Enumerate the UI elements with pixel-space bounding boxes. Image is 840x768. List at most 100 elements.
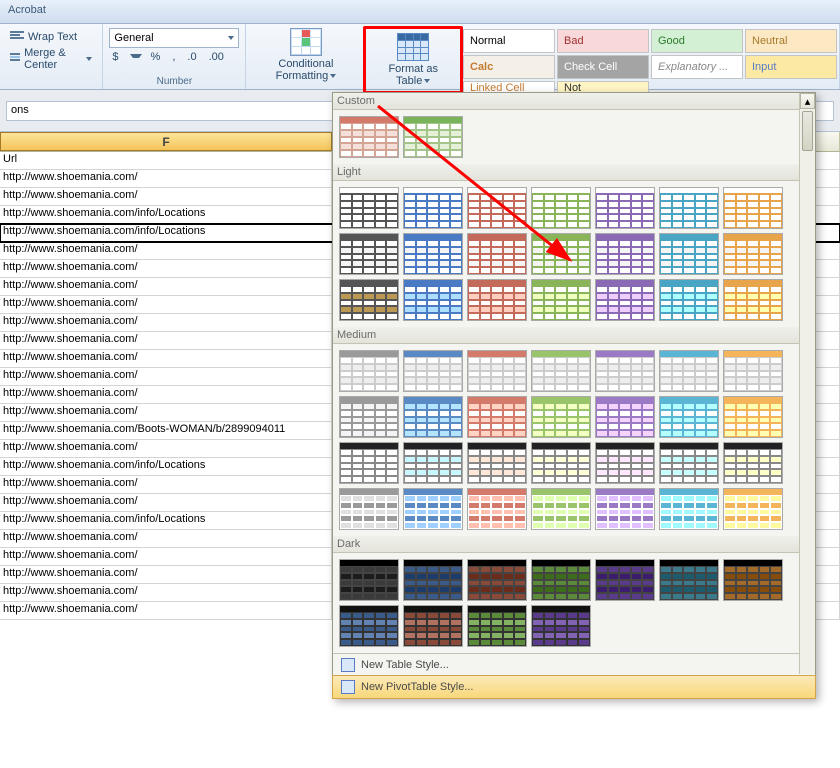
comma-button[interactable]: ,	[169, 50, 178, 64]
table-style-swatch[interactable]	[595, 442, 655, 484]
table-style-swatch[interactable]	[467, 605, 527, 647]
table-style-swatch[interactable]	[659, 559, 719, 601]
table-style-swatch[interactable]	[403, 559, 463, 601]
table-style-swatch[interactable]	[339, 116, 399, 158]
number-format-combo[interactable]: General	[109, 28, 239, 48]
table-style-swatch[interactable]	[659, 488, 719, 530]
dropdown-scrollbar[interactable]: ▴	[799, 93, 815, 674]
table-style-swatch[interactable]	[723, 350, 783, 392]
table-style-swatch[interactable]	[339, 442, 399, 484]
conditional-formatting-button[interactable]: Conditional Formatting	[248, 26, 363, 84]
table-style-swatch[interactable]	[595, 559, 655, 601]
percent-button[interactable]: %	[148, 50, 164, 64]
table-style-swatch[interactable]	[403, 442, 463, 484]
cell[interactable]: http://www.shoemania.com/	[0, 314, 332, 331]
table-style-swatch[interactable]	[595, 233, 655, 275]
table-style-swatch[interactable]	[595, 187, 655, 229]
style-explanatory[interactable]: Explanatory ...	[651, 55, 743, 79]
cell[interactable]: http://www.shoemania.com/	[0, 332, 332, 349]
cell[interactable]: http://www.shoemania.com/	[0, 476, 332, 493]
table-style-swatch[interactable]	[339, 350, 399, 392]
table-style-swatch[interactable]	[659, 442, 719, 484]
table-style-swatch[interactable]	[467, 187, 527, 229]
cell[interactable]: http://www.shoemania.com/	[0, 170, 332, 187]
cell[interactable]: http://www.shoemania.com/Boots-WOMAN/b/2…	[0, 422, 332, 439]
table-style-swatch[interactable]	[467, 233, 527, 275]
table-style-swatch[interactable]	[403, 279, 463, 321]
cell[interactable]: http://www.shoemania.com/	[0, 584, 332, 601]
cell[interactable]: http://www.shoemania.com/info/Locations	[0, 458, 332, 475]
style-check-cell[interactable]: Check Cell	[557, 55, 649, 79]
table-style-swatch[interactable]	[403, 396, 463, 438]
table-style-swatch[interactable]	[659, 396, 719, 438]
cell[interactable]: http://www.shoemania.com/	[0, 404, 332, 421]
table-style-swatch[interactable]	[403, 605, 463, 647]
table-style-swatch[interactable]	[595, 350, 655, 392]
table-style-swatch[interactable]	[595, 279, 655, 321]
table-style-swatch[interactable]	[531, 396, 591, 438]
currency-button[interactable]: $	[109, 50, 121, 64]
wrap-text-button[interactable]: Wrap Text	[6, 30, 96, 44]
cell[interactable]: http://www.shoemania.com/	[0, 548, 332, 565]
table-style-swatch[interactable]	[467, 559, 527, 601]
cell[interactable]: http://www.shoemania.com/	[0, 440, 332, 457]
table-style-swatch[interactable]	[339, 488, 399, 530]
table-style-swatch[interactable]	[723, 559, 783, 601]
table-style-swatch[interactable]	[659, 279, 719, 321]
table-style-swatch[interactable]	[531, 187, 591, 229]
table-style-swatch[interactable]	[531, 442, 591, 484]
table-style-swatch[interactable]	[403, 187, 463, 229]
cell[interactable]: http://www.shoemania.com/	[0, 296, 332, 313]
cell[interactable]: http://www.shoemania.com/	[0, 278, 332, 295]
table-style-swatch[interactable]	[339, 233, 399, 275]
table-style-swatch[interactable]	[723, 279, 783, 321]
cell[interactable]: http://www.shoemania.com/info/Locations	[0, 224, 332, 241]
table-style-swatch[interactable]	[723, 233, 783, 275]
table-style-swatch[interactable]	[339, 605, 399, 647]
cell[interactable]: http://www.shoemania.com/	[0, 188, 332, 205]
cell[interactable]: http://www.shoemania.com/	[0, 242, 332, 259]
new-pivottable-style-button[interactable]: New PivotTable Style...	[332, 675, 816, 699]
style-bad[interactable]: Bad	[557, 29, 649, 53]
table-style-swatch[interactable]	[595, 396, 655, 438]
scroll-thumb[interactable]	[802, 111, 813, 151]
table-style-swatch[interactable]	[467, 396, 527, 438]
new-table-style-button[interactable]: New Table Style...	[333, 654, 815, 676]
table-style-swatch[interactable]	[403, 488, 463, 530]
table-style-swatch[interactable]	[723, 396, 783, 438]
cell[interactable]: http://www.shoemania.com/	[0, 368, 332, 385]
table-style-swatch[interactable]	[339, 279, 399, 321]
table-style-swatch[interactable]	[595, 488, 655, 530]
table-style-swatch[interactable]	[531, 605, 591, 647]
table-style-swatch[interactable]	[467, 488, 527, 530]
cell[interactable]: http://www.shoemania.com/info/Locations	[0, 512, 332, 529]
cell[interactable]: http://www.shoemania.com/	[0, 494, 332, 511]
increase-decimal-button[interactable]: .00	[206, 50, 227, 64]
format-as-table-button[interactable]: Format as Table	[370, 31, 456, 89]
cell[interactable]: Url	[0, 152, 332, 169]
table-style-swatch[interactable]	[531, 350, 591, 392]
style-calculation[interactable]: Calc	[463, 55, 555, 79]
table-style-swatch[interactable]	[723, 442, 783, 484]
style-good[interactable]: Good	[651, 29, 743, 53]
cell[interactable]: http://www.shoemania.com/	[0, 530, 332, 547]
scroll-up-button[interactable]: ▴	[800, 93, 815, 109]
cell[interactable]: http://www.shoemania.com/	[0, 386, 332, 403]
table-style-swatch[interactable]	[339, 559, 399, 601]
table-style-swatch[interactable]	[403, 233, 463, 275]
style-input[interactable]: Input	[745, 55, 837, 79]
table-style-swatch[interactable]	[403, 116, 463, 158]
table-style-swatch[interactable]	[659, 187, 719, 229]
table-style-swatch[interactable]	[723, 488, 783, 530]
table-style-swatch[interactable]	[403, 350, 463, 392]
table-style-swatch[interactable]	[467, 350, 527, 392]
merge-center-button[interactable]: Merge & Center	[6, 46, 96, 72]
cell[interactable]: http://www.shoemania.com/	[0, 350, 332, 367]
decrease-decimal-button[interactable]: .0	[184, 50, 199, 64]
cell[interactable]: http://www.shoemania.com/	[0, 566, 332, 583]
cell[interactable]: http://www.shoemania.com/info/Locations	[0, 206, 332, 223]
table-style-swatch[interactable]	[339, 396, 399, 438]
cell[interactable]: http://www.shoemania.com/	[0, 260, 332, 277]
style-normal[interactable]: Normal	[463, 29, 555, 53]
table-style-swatch[interactable]	[531, 233, 591, 275]
